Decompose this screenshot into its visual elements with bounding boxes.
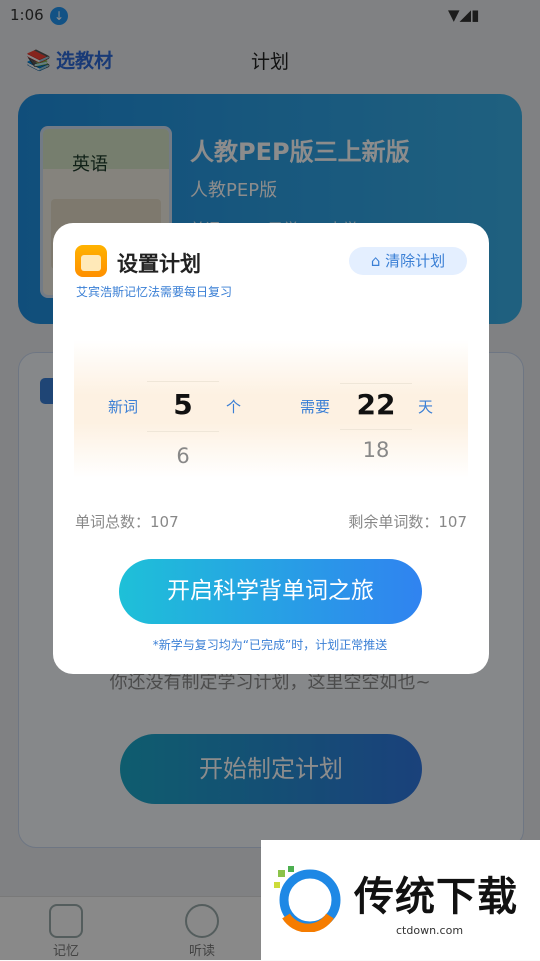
clear-plan-button[interactable]: ⌂ 清除计划: [349, 247, 467, 275]
days-label: 需要: [300, 398, 331, 416]
picker-divider: [147, 381, 219, 382]
start-journey-button[interactable]: 开启科学背单词之旅: [119, 559, 422, 624]
clear-plan-label: 清除计划: [385, 252, 446, 270]
dialog-footnote: *新学与复习均为“已完成”时，计划正常推送: [152, 638, 388, 652]
days-picker[interactable]: 22: [340, 388, 412, 421]
new-words-label: 新词: [108, 398, 139, 416]
dialog-title: 设置计划: [117, 252, 201, 276]
remaining-words-count: 剩余单词数：107: [348, 513, 467, 531]
picker-divider: [147, 431, 219, 432]
watermark-logo-icon: [274, 866, 341, 932]
dialog-subtitle: 艾宾浩斯记忆法需要每日复习: [76, 285, 233, 299]
new-words-picker[interactable]: 5: [147, 388, 219, 421]
new-words-unit: 个: [226, 398, 242, 416]
days-next-option[interactable]: 18: [340, 438, 412, 462]
picker-divider: [340, 383, 412, 384]
calendar-icon: [75, 245, 107, 277]
clear-icon: ⌂: [370, 252, 381, 270]
total-words-count: 单词总数：107: [75, 513, 179, 531]
watermark-title: 传统下载: [354, 874, 518, 920]
watermark-url: ctdown.com: [396, 924, 464, 937]
days-unit: 天: [418, 398, 434, 416]
new-words-next-option[interactable]: 6: [147, 444, 219, 468]
picker-divider: [340, 429, 412, 430]
